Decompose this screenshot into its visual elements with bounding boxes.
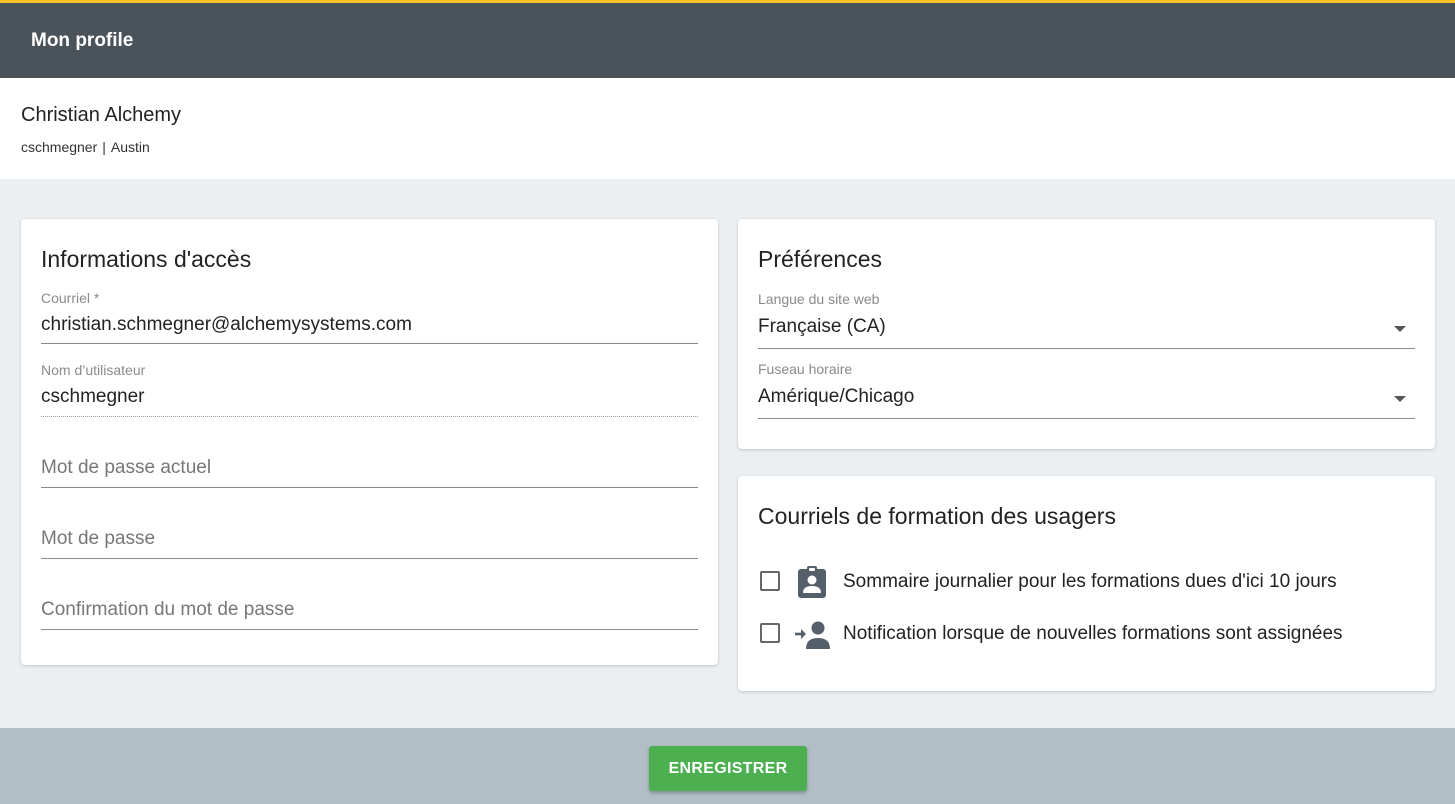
confirm-password-input[interactable]: Confirmation du mot de passe xyxy=(41,597,698,631)
language-select[interactable]: Langue du site web Française (CA) xyxy=(758,289,1415,349)
meta-separator: | xyxy=(102,139,106,155)
user-header: Christian Alchemy cschmegner | Austin xyxy=(0,78,1455,179)
new-assignment-option[interactable]: Notification lorsque de nouvelles format… xyxy=(758,617,1418,651)
access-info-title: Informations d'accès xyxy=(41,246,252,272)
user-meta: cschmegner | Austin xyxy=(21,139,150,155)
save-button[interactable]: ENREGISTRER xyxy=(649,746,807,791)
new-assignment-label: Notification lorsque de nouvelles format… xyxy=(843,623,1343,644)
training-emails-card: Courriels de formation des usagers Somma… xyxy=(738,476,1435,691)
new-password-input[interactable]: Mot de passe xyxy=(41,526,698,560)
top-bar: Mon profile xyxy=(0,0,1455,78)
footer-bar: ENREGISTRER xyxy=(0,728,1455,804)
timezone-dropdown-arrow-icon[interactable] xyxy=(1394,396,1406,402)
confirm-password-underline xyxy=(41,629,698,630)
new-password-underline xyxy=(41,558,698,559)
current-password-input[interactable]: Mot de passe actuel xyxy=(41,455,698,489)
current-password-underline xyxy=(41,487,698,488)
email-value[interactable]: christian.schmegner@alchemysystems.com xyxy=(41,314,412,336)
preferences-title: Préférences xyxy=(758,246,883,272)
timezone-value: Amérique/Chicago xyxy=(758,386,915,407)
daily-summary-option[interactable]: Sommaire journalier pour les formations … xyxy=(758,565,1418,599)
email-label: Courriel * xyxy=(41,290,100,306)
timezone-select[interactable]: Fuseau horaire Amérique/Chicago xyxy=(758,359,1415,419)
user-name: Christian Alchemy xyxy=(21,104,182,126)
timezone-label: Fuseau horaire xyxy=(758,361,853,377)
confirm-password-placeholder: Confirmation du mot de passe xyxy=(41,599,295,620)
new-password-placeholder: Mot de passe xyxy=(41,528,156,549)
new-assignment-checkbox[interactable] xyxy=(760,623,780,643)
clipboard-account-icon xyxy=(798,566,826,598)
access-info-card: Informations d'accès Courriel * christia… xyxy=(21,219,718,665)
email-field[interactable]: Courriel * christian.schmegner@alchemysy… xyxy=(41,289,698,345)
language-label: Langue du site web xyxy=(758,291,880,307)
username-value: cschmegner xyxy=(41,386,145,407)
timezone-underline xyxy=(758,418,1415,419)
page-title: Mon profile xyxy=(31,30,134,51)
email-underline xyxy=(41,343,698,344)
language-underline xyxy=(758,348,1415,349)
person-assign-icon xyxy=(795,621,830,649)
language-dropdown-arrow-icon[interactable] xyxy=(1394,326,1406,332)
username-label: Nom d’utilisateur xyxy=(41,362,146,378)
user-location: Austin xyxy=(110,139,150,155)
username-field: Nom d’utilisateur cschmegner xyxy=(41,360,698,418)
daily-summary-checkbox[interactable] xyxy=(760,571,780,591)
training-emails-title: Courriels de formation des usagers xyxy=(758,503,1116,529)
language-value: Française (CA) xyxy=(758,316,886,337)
user-username: cschmegner xyxy=(21,139,98,155)
username-underline xyxy=(41,416,698,417)
daily-summary-label: Sommaire journalier pour les formations … xyxy=(843,571,1337,592)
preferences-card: Préférences Langue du site web Française… xyxy=(738,219,1435,449)
current-password-placeholder: Mot de passe actuel xyxy=(41,457,212,478)
